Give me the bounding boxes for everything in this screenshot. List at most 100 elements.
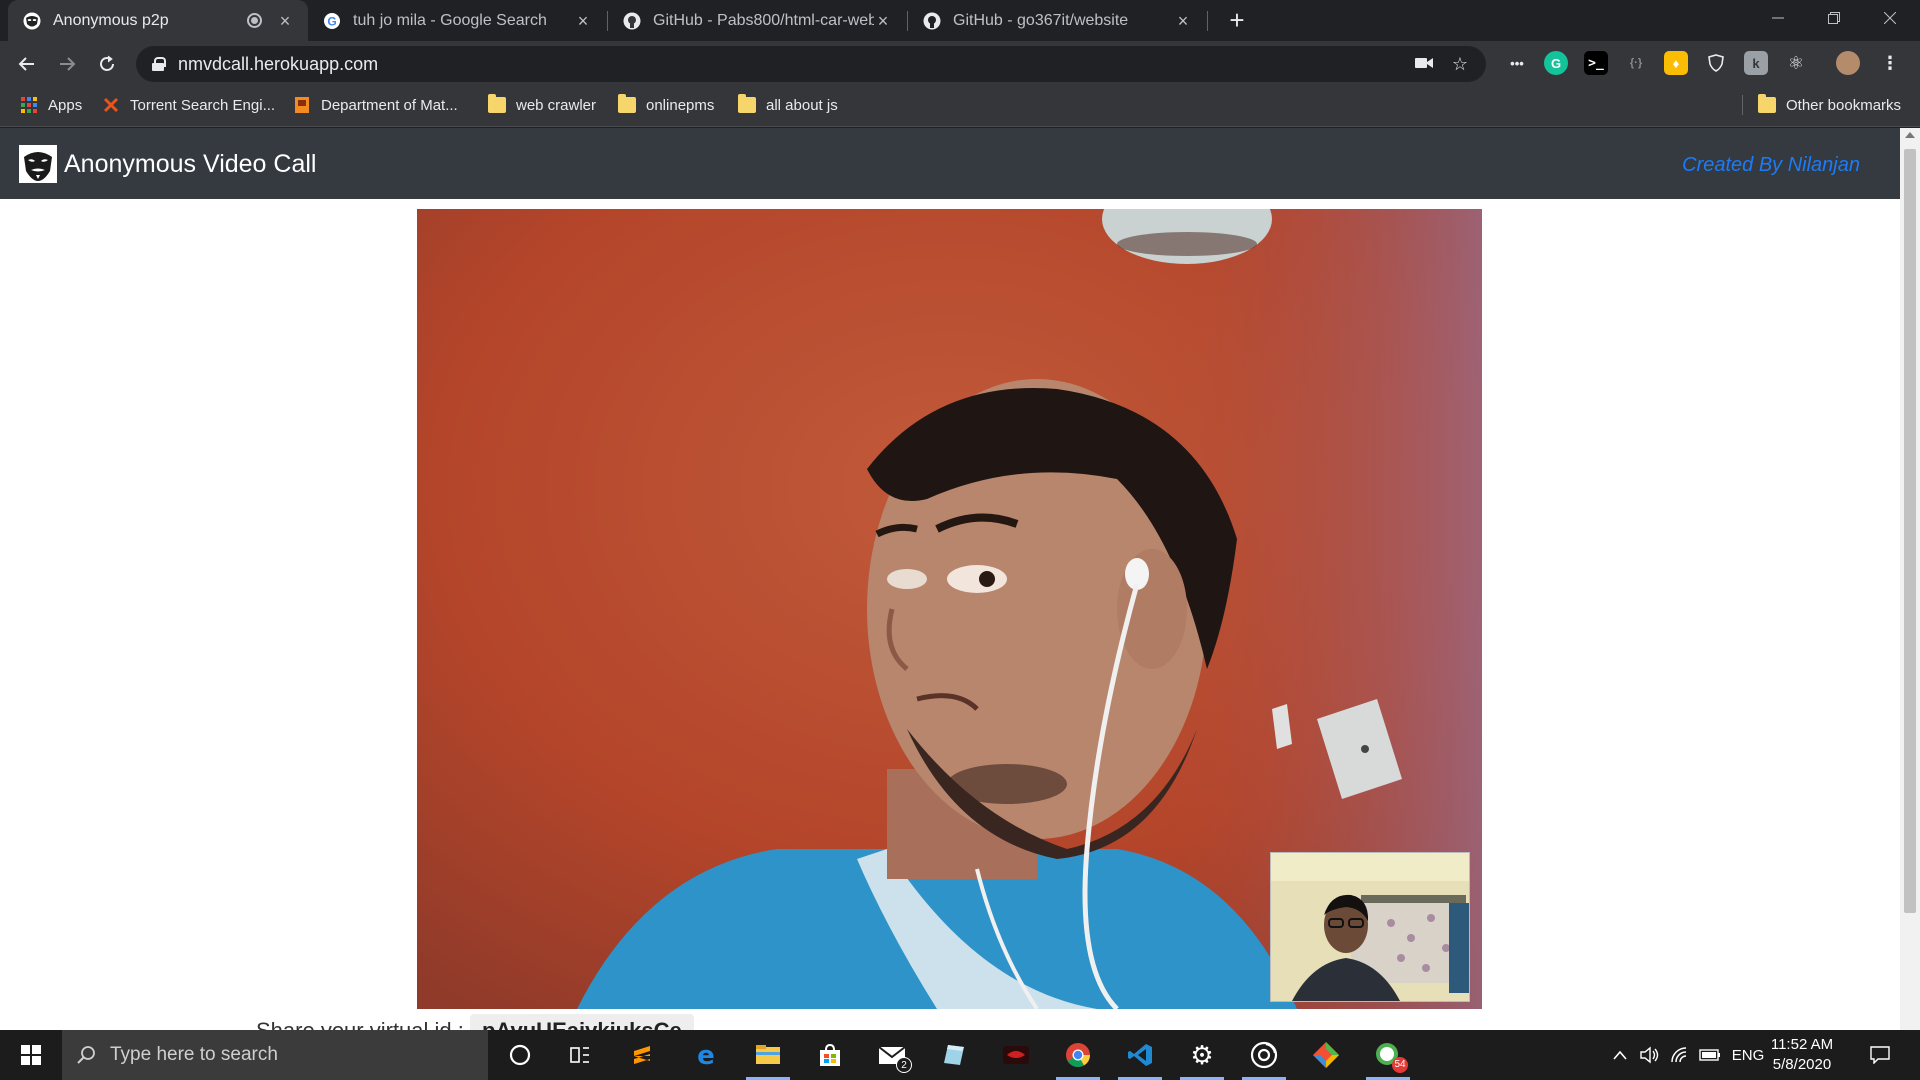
shield-icon[interactable] <box>1704 51 1728 75</box>
scroll-up-arrow-icon[interactable] <box>1905 132 1915 138</box>
bookmark-star-icon[interactable]: ☆ <box>1450 54 1470 74</box>
local-video-frame <box>1271 853 1469 1001</box>
taskbar-settings[interactable]: ⚙ <box>1174 1030 1230 1080</box>
taskbar-chrome[interactable] <box>1050 1030 1106 1080</box>
sublime-text-icon <box>634 1046 650 1064</box>
google-icon: G <box>322 11 342 31</box>
scrollbar-thumb[interactable] <box>1904 149 1916 913</box>
page-scrollbar[interactable] <box>1900 128 1920 1030</box>
react-atom-icon[interactable]: ⚛ <box>1784 51 1808 75</box>
bookmark-all-about-js[interactable]: all about js <box>738 87 838 123</box>
taskbar-file-explorer[interactable] <box>740 1030 796 1080</box>
extension-k-icon[interactable]: k <box>1744 51 1768 75</box>
apps-grid-icon <box>21 97 37 113</box>
tab-separator <box>1207 11 1208 31</box>
battery-button[interactable] <box>1696 1030 1724 1080</box>
virtual-id-value[interactable]: pAvuUEaivkiuksCe <box>470 1014 694 1030</box>
terminal-icon[interactable]: >_ <box>1584 51 1608 75</box>
media-disc-icon <box>1250 1041 1278 1069</box>
github-icon <box>922 11 942 31</box>
task-view-button[interactable] <box>552 1030 608 1080</box>
network-button[interactable] <box>1666 1030 1694 1080</box>
bookmark-label: Other bookmarks <box>1786 96 1902 114</box>
chevron-up-icon <box>1613 1050 1627 1060</box>
bookmarks-divider <box>1742 95 1743 115</box>
tab-title: GitHub - Pabs800/html-car-websi <box>653 11 874 29</box>
folder-icon <box>618 94 636 113</box>
volume-button[interactable] <box>1636 1030 1664 1080</box>
lightbulb-icon[interactable]: ♦ <box>1664 51 1688 75</box>
tab-title: Anonymous p2p <box>53 11 169 29</box>
restore-icon <box>1828 12 1840 24</box>
taskbar-notes[interactable] <box>926 1030 982 1080</box>
bookmark-onlinepms[interactable]: onlinepms <box>618 87 714 123</box>
arrow-left-icon <box>18 57 34 71</box>
torrent-icon <box>103 97 119 113</box>
bookmark-web-crawler[interactable]: web crawler <box>488 87 596 123</box>
extension-more-icon[interactable]: ••• <box>1505 51 1529 75</box>
close-window-button[interactable] <box>1862 0 1918 36</box>
clock-time: 11:52 AM <box>1770 1036 1834 1053</box>
svg-text:e: e <box>697 1042 715 1068</box>
file-explorer-folder-icon <box>756 1045 780 1064</box>
camera-in-use-icon[interactable] <box>1414 54 1434 74</box>
store-bag-icon <box>820 1043 840 1066</box>
chrome-icon <box>1066 1043 1090 1068</box>
search-placeholder: Type here to search <box>110 1044 278 1065</box>
taskbar-media-app[interactable] <box>1236 1030 1292 1080</box>
close-tab-icon[interactable]: × <box>874 12 892 30</box>
show-hidden-icons[interactable] <box>1608 1030 1632 1080</box>
taskbar-mail[interactable]: 2 <box>864 1030 920 1080</box>
minimize-button[interactable] <box>1750 0 1806 36</box>
taskbar-game-app[interactable] <box>988 1030 1044 1080</box>
search-icon <box>77 1046 95 1064</box>
start-button[interactable] <box>0 1030 62 1080</box>
taskbar-search-box[interactable]: Type here to search <box>62 1030 488 1080</box>
taskbar-whatsapp[interactable]: 54 <box>1360 1030 1416 1080</box>
cortana-button[interactable] <box>492 1030 548 1080</box>
taskbar-git[interactable] <box>1298 1030 1354 1080</box>
action-center-button[interactable] <box>1862 1030 1898 1080</box>
forward-button[interactable] <box>50 47 84 81</box>
close-tab-icon[interactable]: × <box>574 12 592 30</box>
bookmark-other[interactable]: Other bookmarks <box>1758 87 1901 123</box>
back-button[interactable] <box>10 47 44 81</box>
avatar[interactable] <box>1836 51 1860 75</box>
restore-button[interactable] <box>1806 0 1862 36</box>
close-tab-icon[interactable]: × <box>276 12 294 30</box>
lock-icon <box>152 57 166 71</box>
share-id-row: Share your virtual id : pAvuUEaivkiuksCe <box>256 1014 694 1030</box>
bookmark-label: Torrent Search Engi... <box>130 96 276 114</box>
tab-anonymous-p2p[interactable]: Anonymous p2p × <box>8 0 308 41</box>
clock-date: 5/8/2020 <box>1772 1056 1832 1073</box>
new-tab-button[interactable]: + <box>1222 5 1252 35</box>
taskbar-sublime-text[interactable] <box>614 1030 670 1080</box>
bookmark-department[interactable]: Department of Mat... <box>293 87 458 123</box>
taskbar-store[interactable] <box>802 1030 858 1080</box>
credit-link[interactable]: Created By Nilanjan <box>1682 154 1860 177</box>
folder-icon <box>488 94 506 113</box>
tab-github-pabs800[interactable]: GitHub - Pabs800/html-car-websi × <box>608 0 906 41</box>
tab-title: GitHub - go367it/website <box>953 11 1129 29</box>
grammarly-icon[interactable]: G <box>1544 51 1568 75</box>
system-clock[interactable]: 11:52 AM 5/8/2020 <box>1762 1035 1842 1075</box>
tab-google-search[interactable]: G tuh jo mila - Google Search × <box>308 0 606 41</box>
vscode-icon <box>1128 1044 1152 1066</box>
taskbar-vscode[interactable] <box>1112 1030 1168 1080</box>
bookmark-torrent-search[interactable]: Torrent Search Engi... <box>102 87 275 123</box>
taskbar-edge[interactable]: e <box>678 1030 734 1080</box>
arrow-right-icon <box>60 57 76 71</box>
site-navbar: Anonymous Video Call Created By Nilanjan <box>0 128 1900 199</box>
close-tab-icon[interactable]: × <box>1174 12 1192 30</box>
menu-kebab-icon[interactable]: ⋮ <box>1878 51 1902 75</box>
game-controller-icon <box>1003 1046 1029 1064</box>
bookmark-label: Department of Mat... <box>321 96 458 114</box>
folder-icon <box>738 94 756 113</box>
bookmark-apps[interactable]: Apps <box>20 87 82 123</box>
tab-github-go367it[interactable]: GitHub - go367it/website × <box>908 0 1206 41</box>
site-brand[interactable]: Anonymous Video Call <box>64 150 316 179</box>
minimize-icon <box>1772 17 1784 19</box>
extension-braces-icon[interactable]: {·} <box>1624 51 1648 75</box>
reload-button[interactable] <box>90 47 124 81</box>
address-bar[interactable]: nmvdcall.herokuapp.com ☆ <box>136 46 1486 82</box>
